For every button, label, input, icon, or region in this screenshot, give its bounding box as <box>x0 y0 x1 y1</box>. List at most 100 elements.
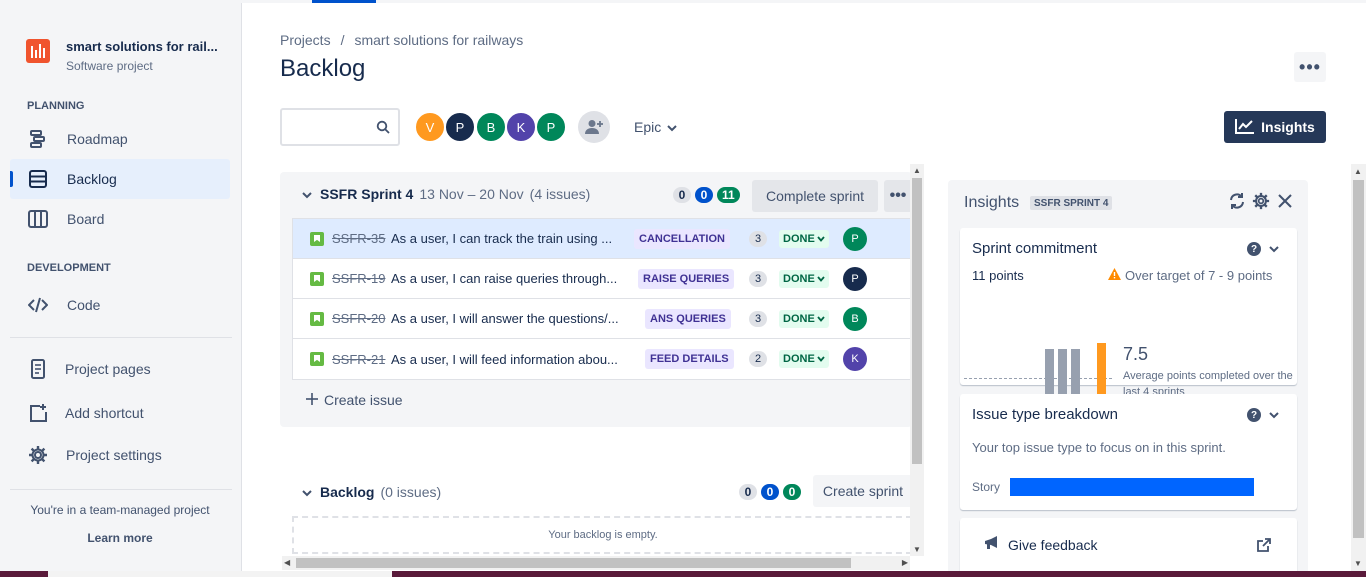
status-dropdown[interactable]: DONE <box>779 229 829 248</box>
story-icon <box>310 312 324 326</box>
sidebar-item-label: Project settings <box>66 447 162 463</box>
assignee-avatar[interactable]: P <box>843 266 867 291</box>
external-link-icon[interactable] <box>1257 538 1271 557</box>
help-icon[interactable]: ? <box>1247 242 1261 256</box>
issue-key[interactable]: SSFR-35 <box>332 231 385 246</box>
learn-more-link[interactable]: Learn more <box>0 531 240 545</box>
backlog-name: Backlog <box>320 484 375 500</box>
insights-scrollbar[interactable]: ▲ ▼ <box>1351 164 1366 571</box>
status-dropdown[interactable]: DONE <box>779 350 829 368</box>
backlog-icon <box>26 167 50 191</box>
done-count-badge: 0 <box>783 484 801 500</box>
epic-label[interactable]: ANS QUERIES <box>645 308 731 329</box>
status-label: DONE <box>783 272 815 285</box>
create-sprint-button[interactable]: Create sprint <box>813 475 913 507</box>
status-dropdown[interactable]: DONE <box>779 269 829 288</box>
sprint-commitment-card: Sprint commitment ? 11 points Over targe… <box>960 228 1297 434</box>
breadcrumb-project[interactable]: smart solutions for railways <box>354 32 523 48</box>
scroll-up-icon[interactable]: ▲ <box>1354 167 1362 176</box>
insights-panel: Insights SSFR SPRINT 4 Sprint commitment… <box>948 180 1308 574</box>
sprint-more-button[interactable]: ••• <box>884 180 912 212</box>
sidebar-item-label: Roadmap <box>67 131 128 147</box>
megaphone-icon <box>984 536 1000 553</box>
issue-summary: As a user, I will feed information abou.… <box>391 351 618 367</box>
give-feedback-link[interactable]: Give feedback <box>984 536 1098 553</box>
issue-summary: As a user, I can raise queries through..… <box>391 271 618 286</box>
complete-sprint-button[interactable]: Complete sprint <box>752 180 878 212</box>
assignee-avatar[interactable]: K <box>843 347 867 371</box>
add-people-icon[interactable] <box>578 111 610 143</box>
breadcrumb-projects[interactable]: Projects <box>280 32 331 48</box>
table-row[interactable]: SSFR-19 As a user, I can raise queries t… <box>293 259 912 299</box>
inprogress-count-badge: 0 <box>695 187 713 203</box>
average-value: 7.5 <box>1123 344 1149 364</box>
backlog-header[interactable]: Backlog (0 issues) <box>302 484 441 500</box>
status-label: DONE <box>783 232 815 245</box>
chevron-down-icon <box>817 233 825 245</box>
issue-key[interactable]: SSFR-19 <box>332 271 385 286</box>
chevron-down-icon[interactable] <box>1269 406 1279 424</box>
scrollbar-thumb[interactable] <box>296 558 851 568</box>
scroll-down-icon[interactable]: ▼ <box>913 545 921 554</box>
avatar[interactable]: V <box>414 111 446 143</box>
sprint-badge: SSFR SPRINT 4 <box>1030 196 1113 210</box>
epic-label[interactable]: FEED DETAILS <box>645 349 734 369</box>
gear-icon[interactable] <box>1252 192 1270 215</box>
horizontal-scrollbar[interactable]: ◀ ▶ <box>282 556 910 570</box>
scrollbar-thumb[interactable] <box>1353 180 1364 538</box>
scroll-down-icon[interactable]: ▼ <box>1354 559 1362 568</box>
feedback-card[interactable]: Give feedback <box>960 518 1297 574</box>
epic-label[interactable]: RAISE QUERIES <box>638 268 735 289</box>
avatar[interactable]: P <box>535 111 567 143</box>
create-issue-button[interactable]: Create issue <box>306 392 403 408</box>
scroll-right-icon[interactable]: ▶ <box>902 558 908 567</box>
table-row[interactable]: SSFR-35 As a user, I can track the train… <box>293 219 912 259</box>
plus-icon <box>306 392 318 408</box>
avatar[interactable]: P <box>444 111 476 143</box>
assignee-avatar[interactable]: P <box>843 226 867 251</box>
sidebar-item-add-shortcut[interactable]: Add shortcut <box>10 393 230 433</box>
assignee-avatar[interactable]: B <box>843 306 867 331</box>
issue-key[interactable]: SSFR-21 <box>332 352 385 367</box>
vertical-scrollbar[interactable]: ▲ ▼ <box>910 164 924 556</box>
sidebar-item-roadmap[interactable]: Roadmap <box>10 119 230 159</box>
page-more-button[interactable]: ••• <box>1294 52 1326 82</box>
issue-key[interactable]: SSFR-20 <box>332 311 385 326</box>
sidebar-item-project-pages[interactable]: Project pages <box>10 349 230 389</box>
code-icon <box>26 293 50 317</box>
sidebar-item-code[interactable]: Code <box>10 285 230 325</box>
status-dropdown[interactable]: DONE <box>779 309 829 328</box>
backlog-issue-count: (0 issues) <box>380 484 442 500</box>
avatar[interactable]: K <box>505 111 537 143</box>
epic-filter-dropdown[interactable]: Epic <box>634 119 677 135</box>
sidebar-item-backlog[interactable]: Backlog <box>10 159 230 199</box>
search-icon <box>376 120 390 139</box>
insights-button[interactable]: Insights <box>1224 111 1326 143</box>
warning-icon <box>1108 268 1121 283</box>
add-shortcut-icon <box>26 401 50 425</box>
sprint-issue-list: SSFR-35 As a user, I can track the train… <box>292 218 912 380</box>
avatar[interactable]: B <box>475 111 507 143</box>
chevron-down-icon[interactable] <box>302 484 312 500</box>
epic-label[interactable]: CANCELLATION <box>634 228 730 249</box>
table-row[interactable]: SSFR-20 As a user, I will answer the que… <box>293 299 912 339</box>
project-header[interactable]: smart solutions for rail... Software pro… <box>26 39 218 73</box>
close-icon[interactable] <box>1276 192 1294 215</box>
sprint-header[interactable]: SSFR Sprint 4 13 Nov – 20 Nov (4 issues) <box>302 186 590 202</box>
story-points-badge: 2 <box>749 351 767 367</box>
chevron-down-icon[interactable] <box>1269 240 1279 258</box>
project-logo-icon <box>26 39 50 63</box>
scroll-up-icon[interactable]: ▲ <box>913 166 921 175</box>
sidebar-item-board[interactable]: Board <box>10 199 230 239</box>
refresh-icon[interactable] <box>1228 192 1246 215</box>
table-row[interactable]: SSFR-21 As a user, I will feed informati… <box>293 339 912 379</box>
scroll-left-icon[interactable]: ◀ <box>284 558 290 567</box>
sidebar-item-project-settings[interactable]: Project settings <box>10 435 230 475</box>
inprogress-count-badge: 0 <box>761 484 779 500</box>
search-input[interactable] <box>280 108 400 146</box>
todo-count-badge: 0 <box>673 187 691 203</box>
scrollbar-thumb[interactable] <box>912 178 922 464</box>
help-icon[interactable]: ? <box>1247 408 1261 422</box>
chevron-down-icon[interactable] <box>302 186 312 202</box>
issue-type-bar <box>1010 478 1254 496</box>
